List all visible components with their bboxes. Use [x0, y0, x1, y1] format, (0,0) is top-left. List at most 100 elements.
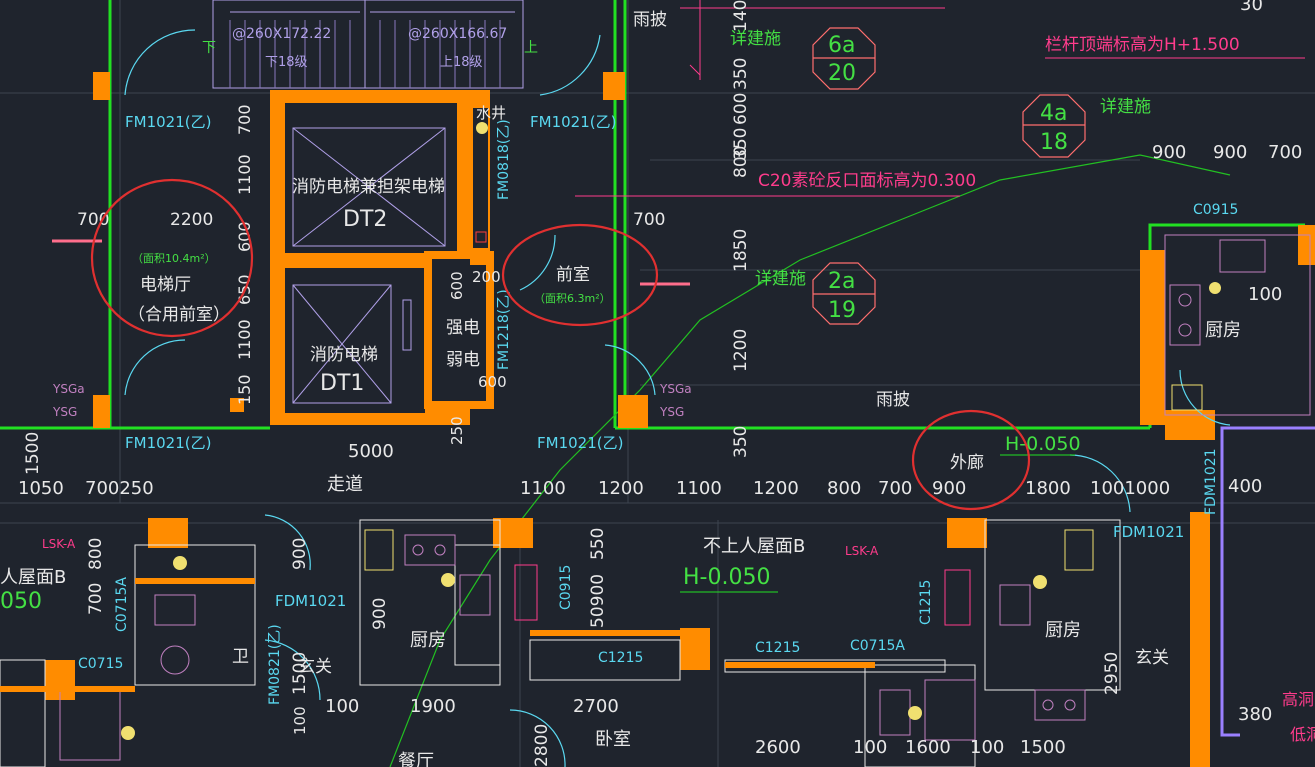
dim-1100b: 1100 [235, 319, 254, 360]
dim-1050: 1050 [18, 478, 64, 499]
dim-800b: 800 [827, 478, 861, 499]
ref-20: 20 [828, 61, 856, 86]
dim-900a: 900 [1152, 142, 1186, 163]
dim-1200a: 1200 [731, 329, 751, 372]
door-fm0821: FM0821(乙) [267, 624, 283, 705]
roof-b-label: 不上人屋面B [703, 536, 805, 557]
elevator-dt1-code: DT1 [320, 371, 364, 396]
dim-900c: 900 [932, 478, 966, 499]
dim-5000: 5000 [348, 441, 394, 462]
dim-600b: 600 [448, 271, 466, 300]
dim-2600: 2600 [755, 737, 801, 758]
outer-corridor-label: 外廊 [950, 453, 984, 473]
high-hole-label: 高洞 [1282, 690, 1314, 709]
detail-ref-3: 详建施 [755, 269, 806, 289]
door-fdm1021-b: FDM1021 [1113, 523, 1184, 541]
dim-600c: 600 [478, 373, 507, 391]
elev-outer: H-0.050 [1005, 433, 1081, 455]
anteroom-label: 前室 [556, 265, 590, 285]
dim-1850: 1850 [731, 229, 751, 272]
door-fdm1021-c: FDM1021 [1203, 448, 1219, 515]
dim-2950: 2950 [1102, 652, 1122, 695]
strong-elec-label: 强电 [446, 318, 480, 338]
ref-2a: 2a [828, 269, 855, 294]
ysg-left: YSG [52, 405, 77, 419]
dim-600d: 600 [731, 93, 751, 125]
door-fm1021-tl: FM1021(乙) [125, 113, 211, 131]
lobby-sub: （合用前室） [128, 305, 230, 325]
stair-right-steps: 上18级 [440, 55, 483, 70]
dim-1200b: 1200 [598, 478, 644, 499]
stair-up-label: 上 [524, 40, 538, 56]
ysg-right: YSG [659, 405, 684, 419]
dim-1100d: 1100 [676, 478, 722, 499]
window-c1215-c: C1215 [918, 580, 934, 625]
dim-1600: 1600 [905, 737, 951, 758]
window-c0715a-a: C0715A [114, 577, 130, 632]
dim-380: 380 [1238, 704, 1272, 725]
dim-1500a: 1500 [23, 432, 43, 475]
anteroom-area: （面积6.3m²） [534, 292, 611, 305]
dim-700c: 700 [633, 210, 665, 230]
railing-note: 栏杆顶端标高为H+1.500 [1045, 35, 1240, 55]
dim-100e: 100 [970, 737, 1004, 758]
dim-350a: 350 [731, 58, 751, 90]
dim-100a: 100 [1248, 284, 1282, 305]
lobby-area: （面积10.4m²） [132, 252, 216, 265]
window-c1215-a: C1215 [598, 650, 643, 666]
canopy-mid-label: 雨披 [876, 390, 910, 410]
door-fm0818: FM0818(乙) [496, 119, 512, 200]
stair-left-spec: @260X172.22 [232, 26, 331, 42]
dim-1001000: 1001000 [1090, 478, 1170, 499]
dining-label: 餐厅 [398, 751, 434, 767]
dim-900d: 900 [290, 538, 310, 570]
dim-900b: 900 [1213, 142, 1247, 163]
dim-900e: 900 [370, 598, 390, 630]
dim-1100c: 1100 [520, 478, 566, 499]
dim-30: 30 [1240, 0, 1263, 15]
roof-b-left-label: 人屋面B [0, 567, 66, 588]
door-fm1021-tr: FM1021(乙) [530, 113, 616, 131]
dim-550: 550 [588, 528, 608, 560]
elevator-dt2-code: DT2 [343, 207, 387, 232]
dim-150: 150 [235, 374, 254, 405]
dim-700250: 700250 [85, 478, 154, 499]
ysga-left: YSGa [52, 382, 85, 396]
window-c0915-b: C0915 [558, 565, 574, 610]
dim-100b: 100 [291, 706, 309, 735]
dim-100c: 100 [325, 696, 359, 717]
kitchen-mid-label: 厨房 [1045, 620, 1081, 641]
dim-1500b: 1500 [290, 652, 310, 695]
window-c0915-a: C0915 [1193, 202, 1238, 218]
dim-700b: 700 [77, 210, 109, 230]
door-fm1218: FM1218(乙) [496, 289, 512, 370]
dim-800a: 800 [731, 146, 751, 178]
dim-1200c: 1200 [753, 478, 799, 499]
entry-right-label: 玄关 [1135, 648, 1169, 668]
elevator-dt2-name: 消防电梯兼担架电梯 [292, 177, 445, 197]
dim-1400: 1400 [731, 0, 751, 32]
low-hole-label: 低洞 [1290, 725, 1315, 744]
lobby-name: 电梯厅 [140, 275, 191, 295]
dim-700f: 700 [86, 583, 106, 615]
dim-250: 250 [448, 416, 466, 445]
stair-left-steps: 下18级 [265, 55, 308, 70]
dim-1800: 1800 [1025, 478, 1071, 499]
dim-800c: 800 [86, 538, 106, 570]
window-c1215-b: C1215 [755, 640, 800, 656]
window-c0715: C0715 [78, 656, 123, 672]
window-c0715a-b: C0715A [850, 638, 905, 654]
elev-roof: H-0.050 [683, 565, 770, 590]
elevator-dt1-name: 消防电梯 [310, 345, 378, 365]
water-well-label: 水井 [476, 104, 506, 122]
weak-elec-label: 弱电 [446, 350, 480, 370]
door-fm1021-bl: FM1021(乙) [125, 434, 211, 452]
dim-2800: 2800 [532, 724, 552, 767]
door-fm1021-bm: FM1021(乙) [537, 434, 623, 452]
dim-350c: 350 [731, 426, 751, 458]
ref-4a: 4a [1040, 101, 1067, 126]
c20-note: C20素砼反口面标高为0.300 [758, 171, 976, 191]
kitchen-left-label: 厨房 [410, 630, 446, 651]
dim-1500c: 1500 [1020, 737, 1066, 758]
dim-2200: 2200 [170, 210, 213, 230]
